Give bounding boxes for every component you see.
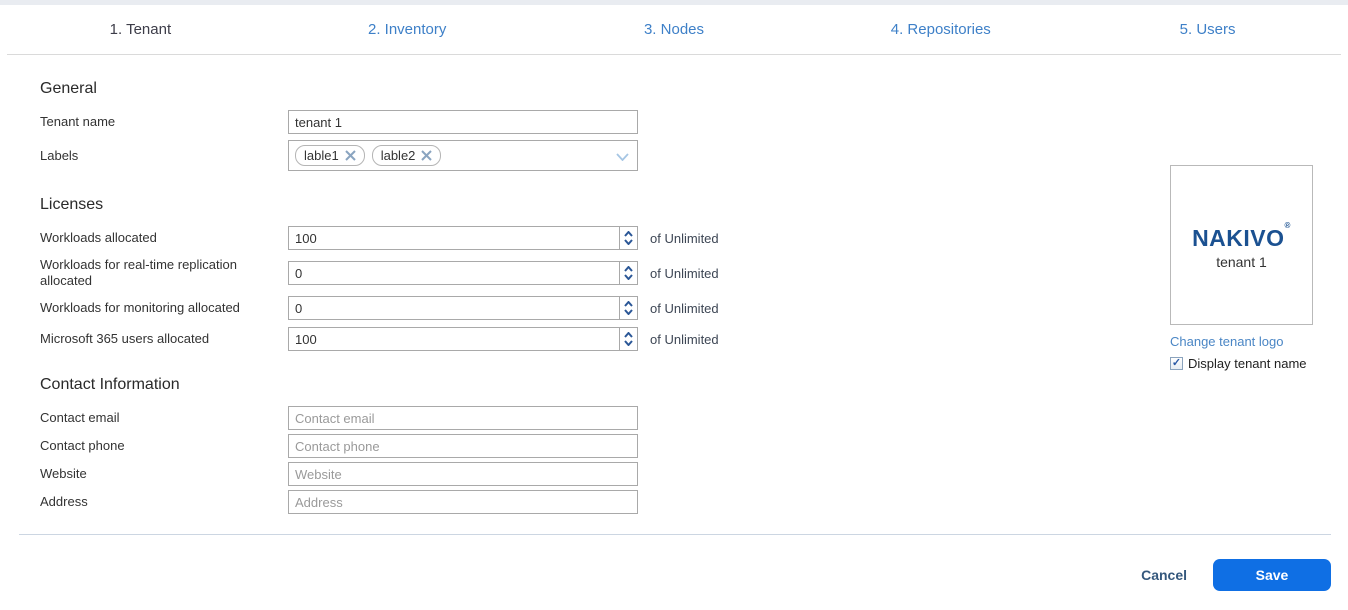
display-tenant-name-label: Display tenant name	[1188, 356, 1307, 371]
logo-tenant-name: tenant 1	[1216, 254, 1267, 270]
labels-row: Labels lable1 lable2	[40, 140, 1348, 171]
chevron-down-icon[interactable]	[616, 153, 629, 161]
save-button[interactable]: Save	[1213, 559, 1331, 591]
chip-remove-icon[interactable]	[421, 150, 432, 161]
tab-inventory[interactable]: 2. Inventory	[274, 21, 541, 38]
contact-section-title: Contact Information	[40, 376, 1348, 394]
tab-nodes[interactable]: 3. Nodes	[541, 21, 808, 38]
workloads-allocated-input[interactable]	[288, 226, 638, 250]
website-input[interactable]	[288, 462, 638, 486]
number-stepper[interactable]	[619, 328, 637, 350]
registered-mark: ®	[1285, 221, 1291, 230]
step-down-icon[interactable]	[624, 309, 633, 315]
display-tenant-name-row: ✓ Display tenant name	[1170, 356, 1330, 371]
limit-suffix: of Unlimited	[650, 231, 719, 246]
footer-actions: Cancel Save	[1141, 559, 1331, 591]
number-stepper[interactable]	[619, 262, 637, 284]
tab-users[interactable]: 5. Users	[1074, 21, 1341, 38]
realtime-replication-row: Workloads for real-time replication allo…	[40, 257, 1348, 289]
step-down-icon[interactable]	[624, 239, 633, 245]
labels-label: Labels	[40, 148, 288, 164]
address-row: Address	[40, 490, 1348, 514]
tenant-form: General Tenant name Labels lable1 lable2	[0, 80, 1348, 514]
tenant-logo-panel: NAKIVO® tenant 1 Change tenant logo ✓ Di…	[1170, 165, 1315, 371]
realtime-replication-input[interactable]	[288, 261, 638, 285]
licenses-section-title: Licenses	[40, 196, 1348, 214]
label-chip: lable2	[372, 145, 442, 166]
footer-divider	[19, 534, 1331, 535]
number-stepper[interactable]	[619, 297, 637, 319]
step-up-icon[interactable]	[624, 332, 633, 338]
label-chip-text: lable2	[381, 148, 416, 163]
step-down-icon[interactable]	[624, 274, 633, 280]
contact-phone-label: Contact phone	[40, 438, 288, 454]
monitoring-label: Workloads for monitoring allocated	[40, 300, 288, 316]
wizard-tabs: 1. Tenant 2. Inventory 3. Nodes 4. Repos…	[7, 5, 1341, 55]
tab-repositories[interactable]: 4. Repositories	[807, 21, 1074, 38]
change-tenant-logo-link[interactable]: Change tenant logo	[1170, 334, 1315, 349]
website-label: Website	[40, 466, 288, 482]
label-chip-text: lable1	[304, 148, 339, 163]
step-down-icon[interactable]	[624, 340, 633, 346]
limit-suffix: of Unlimited	[650, 301, 719, 316]
labels-multiselect[interactable]: lable1 lable2	[288, 140, 638, 171]
step-up-icon[interactable]	[624, 231, 633, 237]
contact-email-row: Contact email	[40, 406, 1348, 430]
website-row: Website	[40, 462, 1348, 486]
number-stepper[interactable]	[619, 227, 637, 249]
m365-users-input[interactable]	[288, 327, 638, 351]
cancel-button[interactable]: Cancel	[1141, 567, 1187, 583]
workloads-allocated-label: Workloads allocated	[40, 230, 288, 246]
monitoring-input[interactable]	[288, 296, 638, 320]
step-up-icon[interactable]	[624, 301, 633, 307]
contact-phone-input[interactable]	[288, 434, 638, 458]
workloads-allocated-row: Workloads allocated of Unlimited	[40, 226, 1348, 250]
address-input[interactable]	[288, 490, 638, 514]
display-tenant-name-checkbox[interactable]: ✓	[1170, 357, 1183, 370]
nakivo-logo: NAKIVO®	[1192, 221, 1291, 252]
address-label: Address	[40, 494, 288, 510]
chip-remove-icon[interactable]	[345, 150, 356, 161]
m365-users-label: Microsoft 365 users allocated	[40, 331, 288, 347]
limit-suffix: of Unlimited	[650, 266, 719, 281]
limit-suffix: of Unlimited	[650, 332, 719, 347]
monitoring-row: Workloads for monitoring allocated of Un…	[40, 296, 1348, 320]
tenant-name-label: Tenant name	[40, 114, 288, 130]
step-up-icon[interactable]	[624, 266, 633, 272]
tenant-name-row: Tenant name	[40, 110, 1348, 134]
m365-users-row: Microsoft 365 users allocated of Unlimit…	[40, 327, 1348, 351]
label-chip: lable1	[295, 145, 365, 166]
contact-email-input[interactable]	[288, 406, 638, 430]
contact-email-label: Contact email	[40, 410, 288, 426]
general-section-title: General	[40, 80, 1348, 98]
realtime-replication-label: Workloads for real-time replication allo…	[40, 257, 288, 289]
tenant-logo-preview: NAKIVO® tenant 1	[1170, 165, 1313, 325]
tab-tenant[interactable]: 1. Tenant	[7, 21, 274, 38]
contact-phone-row: Contact phone	[40, 434, 1348, 458]
tenant-name-input[interactable]	[288, 110, 638, 134]
